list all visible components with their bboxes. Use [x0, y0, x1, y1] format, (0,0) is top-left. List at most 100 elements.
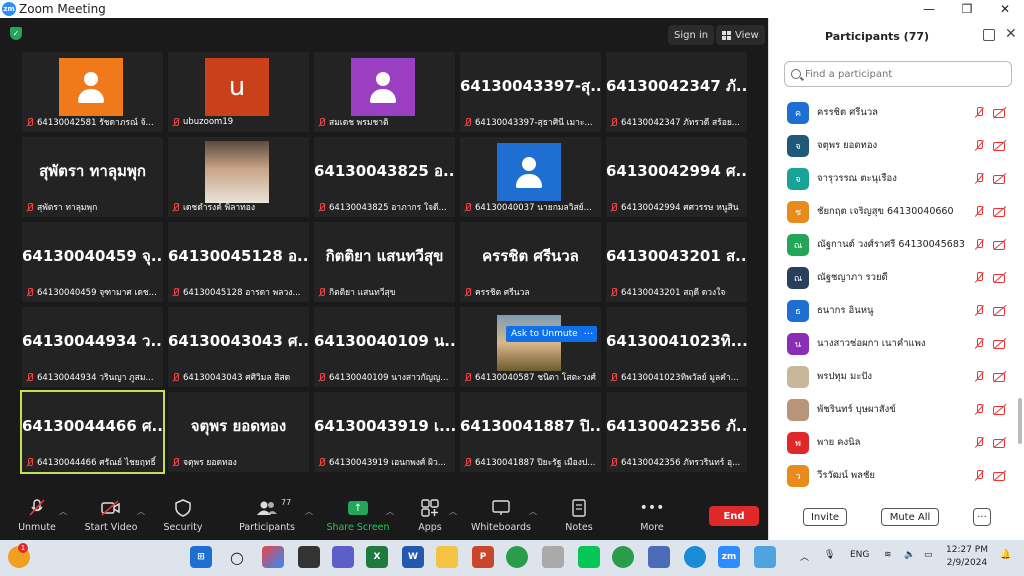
- chrome-icon[interactable]: [506, 546, 528, 568]
- misc-app-icon[interactable]: [754, 546, 776, 568]
- video-tile[interactable]: จตุพร ยอดทอง จตุพร ยอดทอง: [168, 392, 309, 472]
- start-menu-icon[interactable]: ⊞: [190, 546, 212, 568]
- participant-row[interactable]: ณ ณัฐชญาภา รวยดี: [769, 261, 1024, 294]
- video-tile[interactable]: 64130040037 นายกมลวิสย์...: [460, 137, 601, 217]
- volume-icon[interactable]: 🔈: [904, 550, 915, 560]
- video-tile[interactable]: 64130044934 ว... 64130044934 วรินญา ภูสม.…: [22, 307, 163, 387]
- video-tile[interactable]: 64130045128 อ... 64130045128 อารดา พลวง..…: [168, 222, 309, 302]
- video-tile[interactable]: 64130043919 เ... 64130043919 เอนกพงศ์ ผิว…: [314, 392, 455, 472]
- system-clock[interactable]: 12:27 PM 2/9/2024: [946, 544, 988, 570]
- snipping-tool-icon[interactable]: [542, 546, 564, 568]
- pop-out-icon[interactable]: [983, 29, 995, 41]
- notification-bell-icon[interactable]: 🔔: [1000, 550, 1011, 560]
- invite-button[interactable]: Invite: [803, 508, 847, 526]
- encryption-shield-icon[interactable]: ✓: [10, 27, 22, 40]
- word-icon[interactable]: W: [402, 546, 424, 568]
- participant-row[interactable]: พ พาย คงนิล: [769, 426, 1024, 459]
- participant-list-scrollbar[interactable]: [1018, 398, 1022, 444]
- ask-to-unmute-button[interactable]: Ask to Unmute: [506, 326, 583, 342]
- video-tile[interactable]: 64130043201 ส... 64130043201 สฤดี ดวงใจ: [606, 222, 747, 302]
- participant-avatar: ช: [787, 200, 809, 223]
- participant-name: 64130045128 อารดา พลวง...: [183, 288, 301, 298]
- participant-row[interactable]: จ จารุวรรณ ตะนุเรือง: [769, 162, 1024, 195]
- participant-row[interactable]: ว วีรวัฒน์ พลชัย: [769, 459, 1024, 492]
- minimize-button[interactable]: —: [910, 0, 948, 18]
- audio-options-caret[interactable]: ︿: [59, 506, 67, 517]
- end-meeting-button[interactable]: End: [709, 506, 759, 526]
- more-dots-icon: •••: [639, 500, 665, 516]
- sign-in-button[interactable]: Sign in: [668, 25, 715, 45]
- start-video-button[interactable]: Start Video: [76, 496, 146, 536]
- participants-button[interactable]: 77 Participants: [232, 496, 302, 536]
- participant-row[interactable]: พัชรินทร์ บุษผาสังข์: [769, 393, 1024, 426]
- participant-row[interactable]: ช ชัยกฤต เจริญสุข 64130040660: [769, 195, 1024, 228]
- edge-icon[interactable]: [684, 546, 706, 568]
- tile-more-button[interactable]: ···: [580, 326, 597, 342]
- search-icon: [791, 69, 801, 79]
- video-tile[interactable]: 64130041887 ปิ... 64130041887 ปิยะรัฐ เมื…: [460, 392, 601, 472]
- more-button[interactable]: ••• More: [617, 496, 687, 536]
- participant-name: 64130042581 รัชดาภรณ์ จ้...: [37, 118, 154, 128]
- tile-name-label: จตุพร ยอดทอง: [171, 455, 306, 469]
- zoom-taskbar-icon[interactable]: zm: [718, 546, 740, 568]
- video-tile[interactable]: 64130043825 อ... 64130043825 อาภากร ใจดี.…: [314, 137, 455, 217]
- participant-row[interactable]: จ จตุพร ยอดทอง: [769, 129, 1024, 162]
- battery-icon[interactable]: ▭: [924, 550, 933, 560]
- video-tile[interactable]: 64130040109 น... 64130040109 นางสาวกัญญ..…: [314, 307, 455, 387]
- copilot-icon[interactable]: [262, 546, 284, 568]
- share-options-caret[interactable]: ︿: [386, 506, 394, 517]
- video-tile[interactable]: ครรชิต ศรีนวล ครรชิต ศรีนวล: [460, 222, 601, 302]
- view-button[interactable]: View: [716, 25, 765, 45]
- video-tile[interactable]: 64130040459 จุ... 64130040459 จุฑามาศ เดช…: [22, 222, 163, 302]
- participant-name: ธนากร อินหนู: [817, 305, 874, 316]
- security-button[interactable]: Security: [148, 496, 218, 536]
- panel-more-button[interactable]: ···: [973, 508, 991, 526]
- video-options-caret[interactable]: ︿: [137, 506, 145, 517]
- tile-name-label: สุพัตรา ทาลุมพุก: [25, 200, 160, 214]
- video-tile[interactable]: สมเดช พรมชาติ: [314, 52, 455, 132]
- video-tile[interactable]: u ubuzoom19: [168, 52, 309, 132]
- calendar-app-icon[interactable]: [648, 546, 670, 568]
- language-indicator[interactable]: ENG: [850, 550, 869, 560]
- wifi-icon[interactable]: ≋: [884, 550, 892, 560]
- whiteboards-button[interactable]: Whiteboards: [466, 496, 536, 536]
- video-tile[interactable]: 64130042994 ศ... 64130042994 ศศวรรษ หนูสิ…: [606, 137, 747, 217]
- excel-icon[interactable]: X: [366, 546, 388, 568]
- video-tile[interactable]: 64130044466 ศ... 64130044466 ศรัณย์ ไชยฤท…: [20, 390, 165, 474]
- notes-button[interactable]: Notes: [544, 496, 614, 536]
- video-tile[interactable]: 64130042581 รัชดาภรณ์ จ้...: [22, 52, 163, 132]
- close-panel-icon[interactable]: ✕: [1005, 26, 1017, 42]
- participant-row[interactable]: ค ครรชิต ศรีนวล: [769, 96, 1024, 129]
- participant-row[interactable]: ณ ณัฐกานต์ วงศ์ราศรี 64130045683: [769, 228, 1024, 261]
- video-tile[interactable]: กิตติยา แสนทวีสุข กิตติยา แสนทวีสุข: [314, 222, 455, 302]
- apps-options-caret[interactable]: ︿: [449, 506, 457, 517]
- video-tile[interactable]: 64130041023ทิ... 64130041023ทิพวัลย์ มูลค…: [606, 307, 747, 387]
- video-tile[interactable]: เดชดำรงค์ พิลาทอง: [168, 137, 309, 217]
- task-view-icon[interactable]: [298, 546, 320, 568]
- tray-overflow-icon[interactable]: ︿: [800, 550, 809, 563]
- share-screen-button[interactable]: ↑ Share Screen: [323, 496, 393, 536]
- participant-row[interactable]: ธ ธนากร อินหนู: [769, 294, 1024, 327]
- participant-row[interactable]: พรปทุม มะปัง: [769, 360, 1024, 393]
- video-tile[interactable]: สุพัตรา ทาลุมพุก สุพัตรา ทาลุมพุก: [22, 137, 163, 217]
- video-tile[interactable]: 64130042356 ภั... 64130042356 ภัทรวรินทร์…: [606, 392, 747, 472]
- participant-search[interactable]: [784, 61, 1012, 87]
- participant-row[interactable]: น นางสาวช่อผกา เนาคำแพง: [769, 327, 1024, 360]
- video-tile[interactable]: 64130043397-สุ... 64130043397-สุธาศินี เม…: [460, 52, 601, 132]
- participants-options-caret[interactable]: ︿: [305, 506, 313, 517]
- video-tile[interactable]: 64130043043 ศ... 64130043043 ศศิวิมล สิสด: [168, 307, 309, 387]
- search-input[interactable]: [805, 68, 1005, 80]
- search-taskbar-icon[interactable]: ○: [226, 546, 248, 568]
- close-button[interactable]: ✕: [986, 0, 1024, 18]
- teams-icon[interactable]: [332, 546, 354, 568]
- microphone-tray-icon[interactable]: 🎙: [824, 550, 835, 560]
- powerpoint-icon[interactable]: P: [472, 546, 494, 568]
- file-explorer-icon[interactable]: [436, 546, 458, 568]
- video-tile[interactable]: 64130040587 ชนิตา โสตะวงศ์: [460, 307, 601, 387]
- line-icon[interactable]: [578, 546, 600, 568]
- video-tile[interactable]: 64130042347 ภั... 64130042347 ภัทรวดี สร้…: [606, 52, 747, 132]
- maximize-button[interactable]: ❐: [948, 0, 986, 18]
- mute-all-button[interactable]: Mute All: [881, 508, 939, 526]
- whiteboards-options-caret[interactable]: ︿: [529, 506, 537, 517]
- chrome-profile-icon[interactable]: [612, 546, 634, 568]
